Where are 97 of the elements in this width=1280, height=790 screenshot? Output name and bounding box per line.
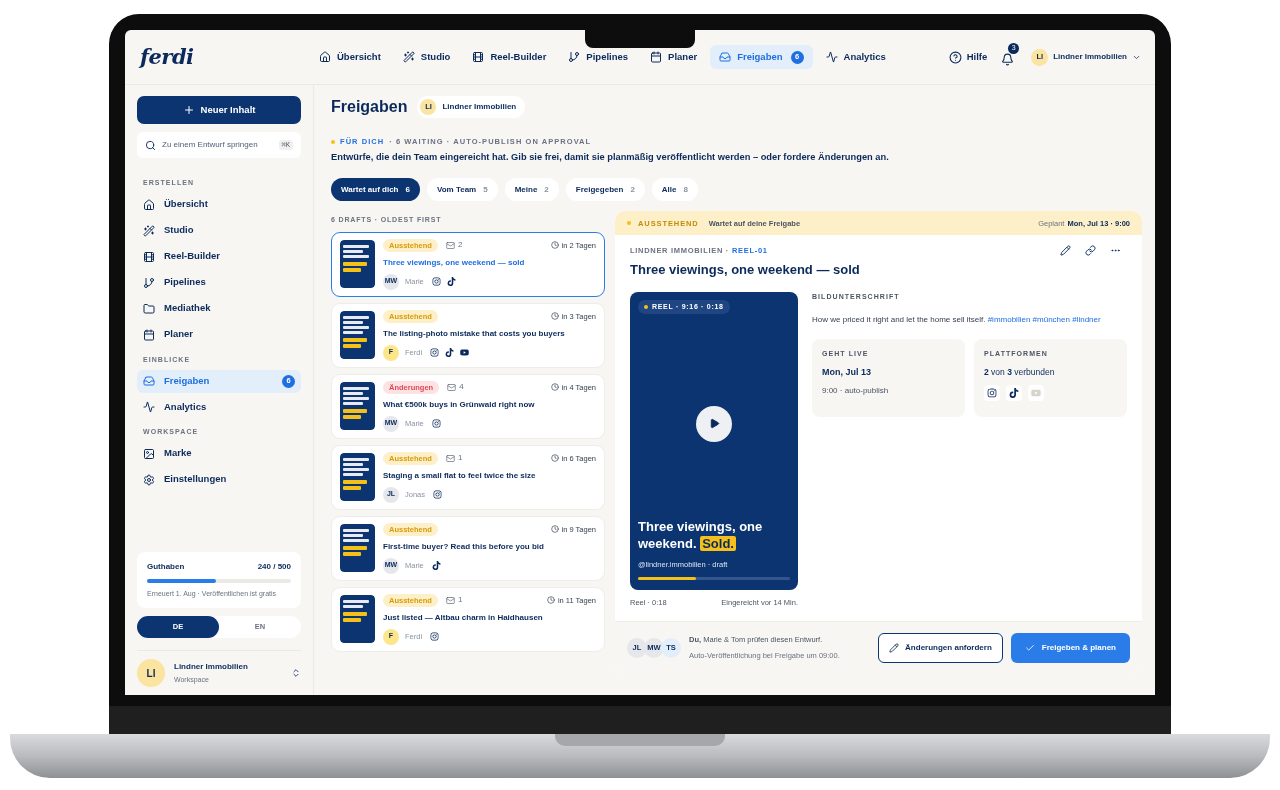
- tiktok-icon: [431, 561, 441, 571]
- comment-count: 2: [445, 239, 463, 252]
- comment-count: 1: [445, 452, 463, 465]
- filter-tab[interactable]: Wartet auf dich 6: [331, 178, 420, 202]
- sidebar-item[interactable]: Planer: [137, 323, 301, 346]
- clock-icon: [550, 454, 559, 463]
- sidebar-item[interactable]: Analytics: [137, 395, 301, 419]
- comment-icon: [447, 382, 457, 392]
- credits-label: Guthaben: [147, 560, 185, 573]
- nav-tab[interactable]: Reel-Builder: [463, 45, 556, 69]
- help-button[interactable]: Hilfe: [948, 49, 988, 65]
- clock-icon: [550, 312, 559, 321]
- sidebar-item[interactable]: Studio: [137, 219, 301, 242]
- workspace-name: Lindner Immobilien: [174, 660, 248, 673]
- image-icon: [143, 447, 155, 460]
- edit-icon[interactable]: [1060, 245, 1071, 257]
- wand-icon: [143, 224, 155, 237]
- play-button[interactable]: [696, 405, 732, 442]
- account-name: Lindner Immobilien: [1053, 51, 1127, 63]
- film-icon: [143, 250, 155, 263]
- pencil-icon: [889, 642, 900, 653]
- home-icon: [143, 198, 155, 211]
- sidebar-item[interactable]: Pipelines: [137, 271, 301, 294]
- comment-count: 4: [447, 381, 464, 394]
- filter-tab[interactable]: Meine 2: [504, 178, 559, 202]
- detail-title: Three viewings, one weekend — sold: [630, 261, 861, 280]
- instagram-icon: [431, 419, 441, 429]
- wand-icon: [402, 51, 415, 63]
- logo[interactable]: ferdi: [140, 41, 310, 73]
- clock-icon: [550, 383, 559, 392]
- clock-icon: [550, 525, 559, 534]
- instagram-icon: [433, 490, 442, 500]
- check-icon: [1024, 642, 1035, 653]
- chevrons-icon[interactable]: [291, 668, 301, 678]
- activity-icon: [825, 51, 838, 63]
- go-live-time: 9:00 · auto-publish: [822, 385, 890, 398]
- page-description: Entwürfe, die dein Team eingereicht hat. Gib sie frei, damit sie planmäßig veröffentlicht werden – oder fordere Änderungen an.: [331, 151, 890, 165]
- nav-tab[interactable]: Studio: [393, 45, 460, 69]
- draft-title: Just listed — Altbau charm in Haidhausen: [383, 611, 544, 624]
- notifications-button[interactable]: [1001, 52, 1016, 66]
- request-changes-button[interactable]: Änderungen anfordern: [878, 632, 1003, 663]
- plus-icon: [182, 104, 195, 116]
- nav-tab[interactable]: Analytics: [816, 45, 895, 69]
- calendar-icon: [143, 328, 155, 341]
- bell-icon: [1001, 52, 1015, 66]
- draft-title: The listing-photo mistake that costs you buyers: [383, 327, 566, 340]
- home-icon: [319, 51, 331, 63]
- instagram-icon: [431, 277, 441, 287]
- clock-icon: [546, 596, 555, 605]
- page-title: Freigaben: [331, 97, 408, 117]
- draft-title: What €500k buys in Grünwald right now: [383, 398, 536, 411]
- youtube-icon: [460, 348, 470, 358]
- comment-icon: [445, 453, 455, 463]
- settings-icon: [143, 473, 155, 486]
- video-headline: Three viewings, one weekend. Sold.: [638, 517, 764, 553]
- nav-tab[interactable]: Pipelines: [559, 45, 638, 69]
- sidebar-item[interactable]: Übersicht: [137, 193, 301, 216]
- sidebar-item[interactable]: Einstellungen: [137, 468, 301, 491]
- platforms-summary: 2 von 3 verbunden: [984, 365, 1056, 379]
- filter-tab[interactable]: Alle 8: [651, 178, 698, 202]
- draft-title: Three viewings, one weekend — sold: [383, 256, 526, 269]
- sidebar-item[interactable]: Mediathek: [137, 297, 301, 320]
- caption-text: How we priced it right and let the home sell itself. #immobilien #münchen #lindner: [812, 314, 1102, 327]
- film-icon: [472, 51, 485, 63]
- play-icon: [708, 418, 720, 430]
- sidebar-item[interactable]: Marke: [137, 442, 301, 465]
- comment-count: 1: [445, 594, 463, 607]
- workspace-avatar: LI: [137, 659, 165, 687]
- comment-icon: [445, 240, 455, 250]
- tiktok-icon: [446, 277, 456, 287]
- nav-tab[interactable]: Planer: [641, 45, 707, 69]
- new-content-button[interactable]: Neuer Inhalt: [137, 96, 301, 124]
- clock-icon: [550, 241, 559, 250]
- activity-icon: [143, 401, 155, 413]
- sidebar-item[interactable]: Reel-Builder: [137, 245, 301, 268]
- credits-value: 240 / 500: [257, 560, 291, 573]
- filter-tab[interactable]: Freigegeben 2: [565, 178, 645, 202]
- comment-icon: [445, 595, 455, 605]
- search-icon: [145, 139, 156, 151]
- inbox-icon: [719, 51, 732, 63]
- instagram-icon: [430, 632, 440, 642]
- go-live-date: Mon, Jul 13: [822, 365, 872, 379]
- calendar-icon: [650, 51, 663, 63]
- tiktok-icon: [445, 348, 455, 358]
- search-input[interactable]: Zu einem Entwurf springen: [162, 139, 273, 151]
- draft-title: First-time buyer? Read this before you bid: [383, 540, 545, 553]
- nav-tab[interactable]: Übersicht: [310, 45, 390, 69]
- draft-title: Staging a small flat to feel twice the size: [383, 469, 537, 482]
- branch-icon: [143, 276, 155, 289]
- link-icon[interactable]: [1085, 245, 1096, 257]
- instagram-icon: [430, 348, 440, 358]
- inbox-icon: [143, 375, 155, 387]
- help-icon: [948, 50, 962, 64]
- approve-button[interactable]: Freigeben & planen: [1010, 632, 1130, 663]
- filter-tab[interactable]: Vom Team 5: [426, 178, 498, 202]
- branch-icon: [568, 51, 581, 63]
- folder-icon: [143, 302, 155, 315]
